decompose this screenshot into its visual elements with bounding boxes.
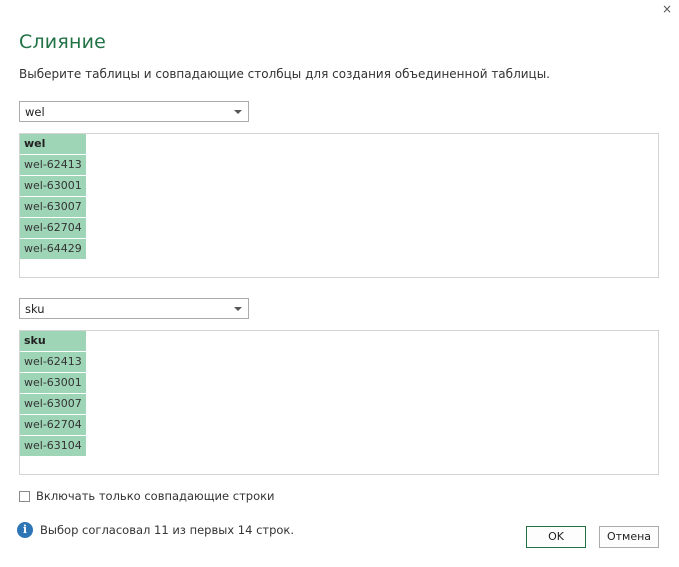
table-cell[interactable]: wel-62704 [20,415,86,436]
chevron-down-icon [234,110,242,114]
first-table-matching-column[interactable]: wel wel-62413 wel-63001 wel-63007 wel-62… [20,134,86,260]
first-table-select[interactable]: wel [19,101,249,122]
ok-button[interactable]: OK [526,526,586,548]
column-header[interactable]: wel [20,134,86,155]
table-cell[interactable]: wel-63104 [20,436,86,457]
second-table-matching-column[interactable]: sku wel-62413 wel-63001 wel-63007 wel-62… [20,331,86,457]
table-cell[interactable]: wel-63001 [20,373,86,394]
table-cell[interactable]: wel-63007 [20,394,86,415]
first-table-select-value: wel [25,105,45,119]
match-status: i Выбор согласовал 11 из первых 14 строк… [17,522,294,538]
column-header[interactable]: sku [20,331,86,352]
first-table-preview: wel wel-62413 wel-63001 wel-63007 wel-62… [19,133,659,278]
table-cell[interactable]: wel-62413 [20,352,86,373]
table-cell[interactable]: wel-63001 [20,176,86,197]
dialog-title: Слияние [19,31,107,53]
chevron-down-icon [234,307,242,311]
second-table-preview: sku wel-62413 wel-63001 wel-63007 wel-62… [19,330,659,475]
second-table-select[interactable]: sku [19,298,249,319]
table-cell[interactable]: wel-63007 [20,197,86,218]
close-icon[interactable]: × [660,2,674,16]
info-icon: i [17,522,33,538]
dialog-subtitle: Выберите таблицы и совпадающие столбцы д… [19,67,550,81]
only-matching-rows-checkbox[interactable] [19,490,30,502]
only-matching-rows-label[interactable]: Включать только совпадающие строки [36,489,275,503]
table-cell[interactable]: wel-64429 [20,239,86,260]
cancel-button[interactable]: Отмена [599,526,659,548]
second-table-select-value: sku [25,302,45,316]
match-status-text: Выбор согласовал 11 из первых 14 строк. [40,523,295,537]
table-cell[interactable]: wel-62704 [20,218,86,239]
table-cell[interactable]: wel-62413 [20,155,86,176]
only-matching-rows-option[interactable]: Включать только совпадающие строки [19,489,275,503]
